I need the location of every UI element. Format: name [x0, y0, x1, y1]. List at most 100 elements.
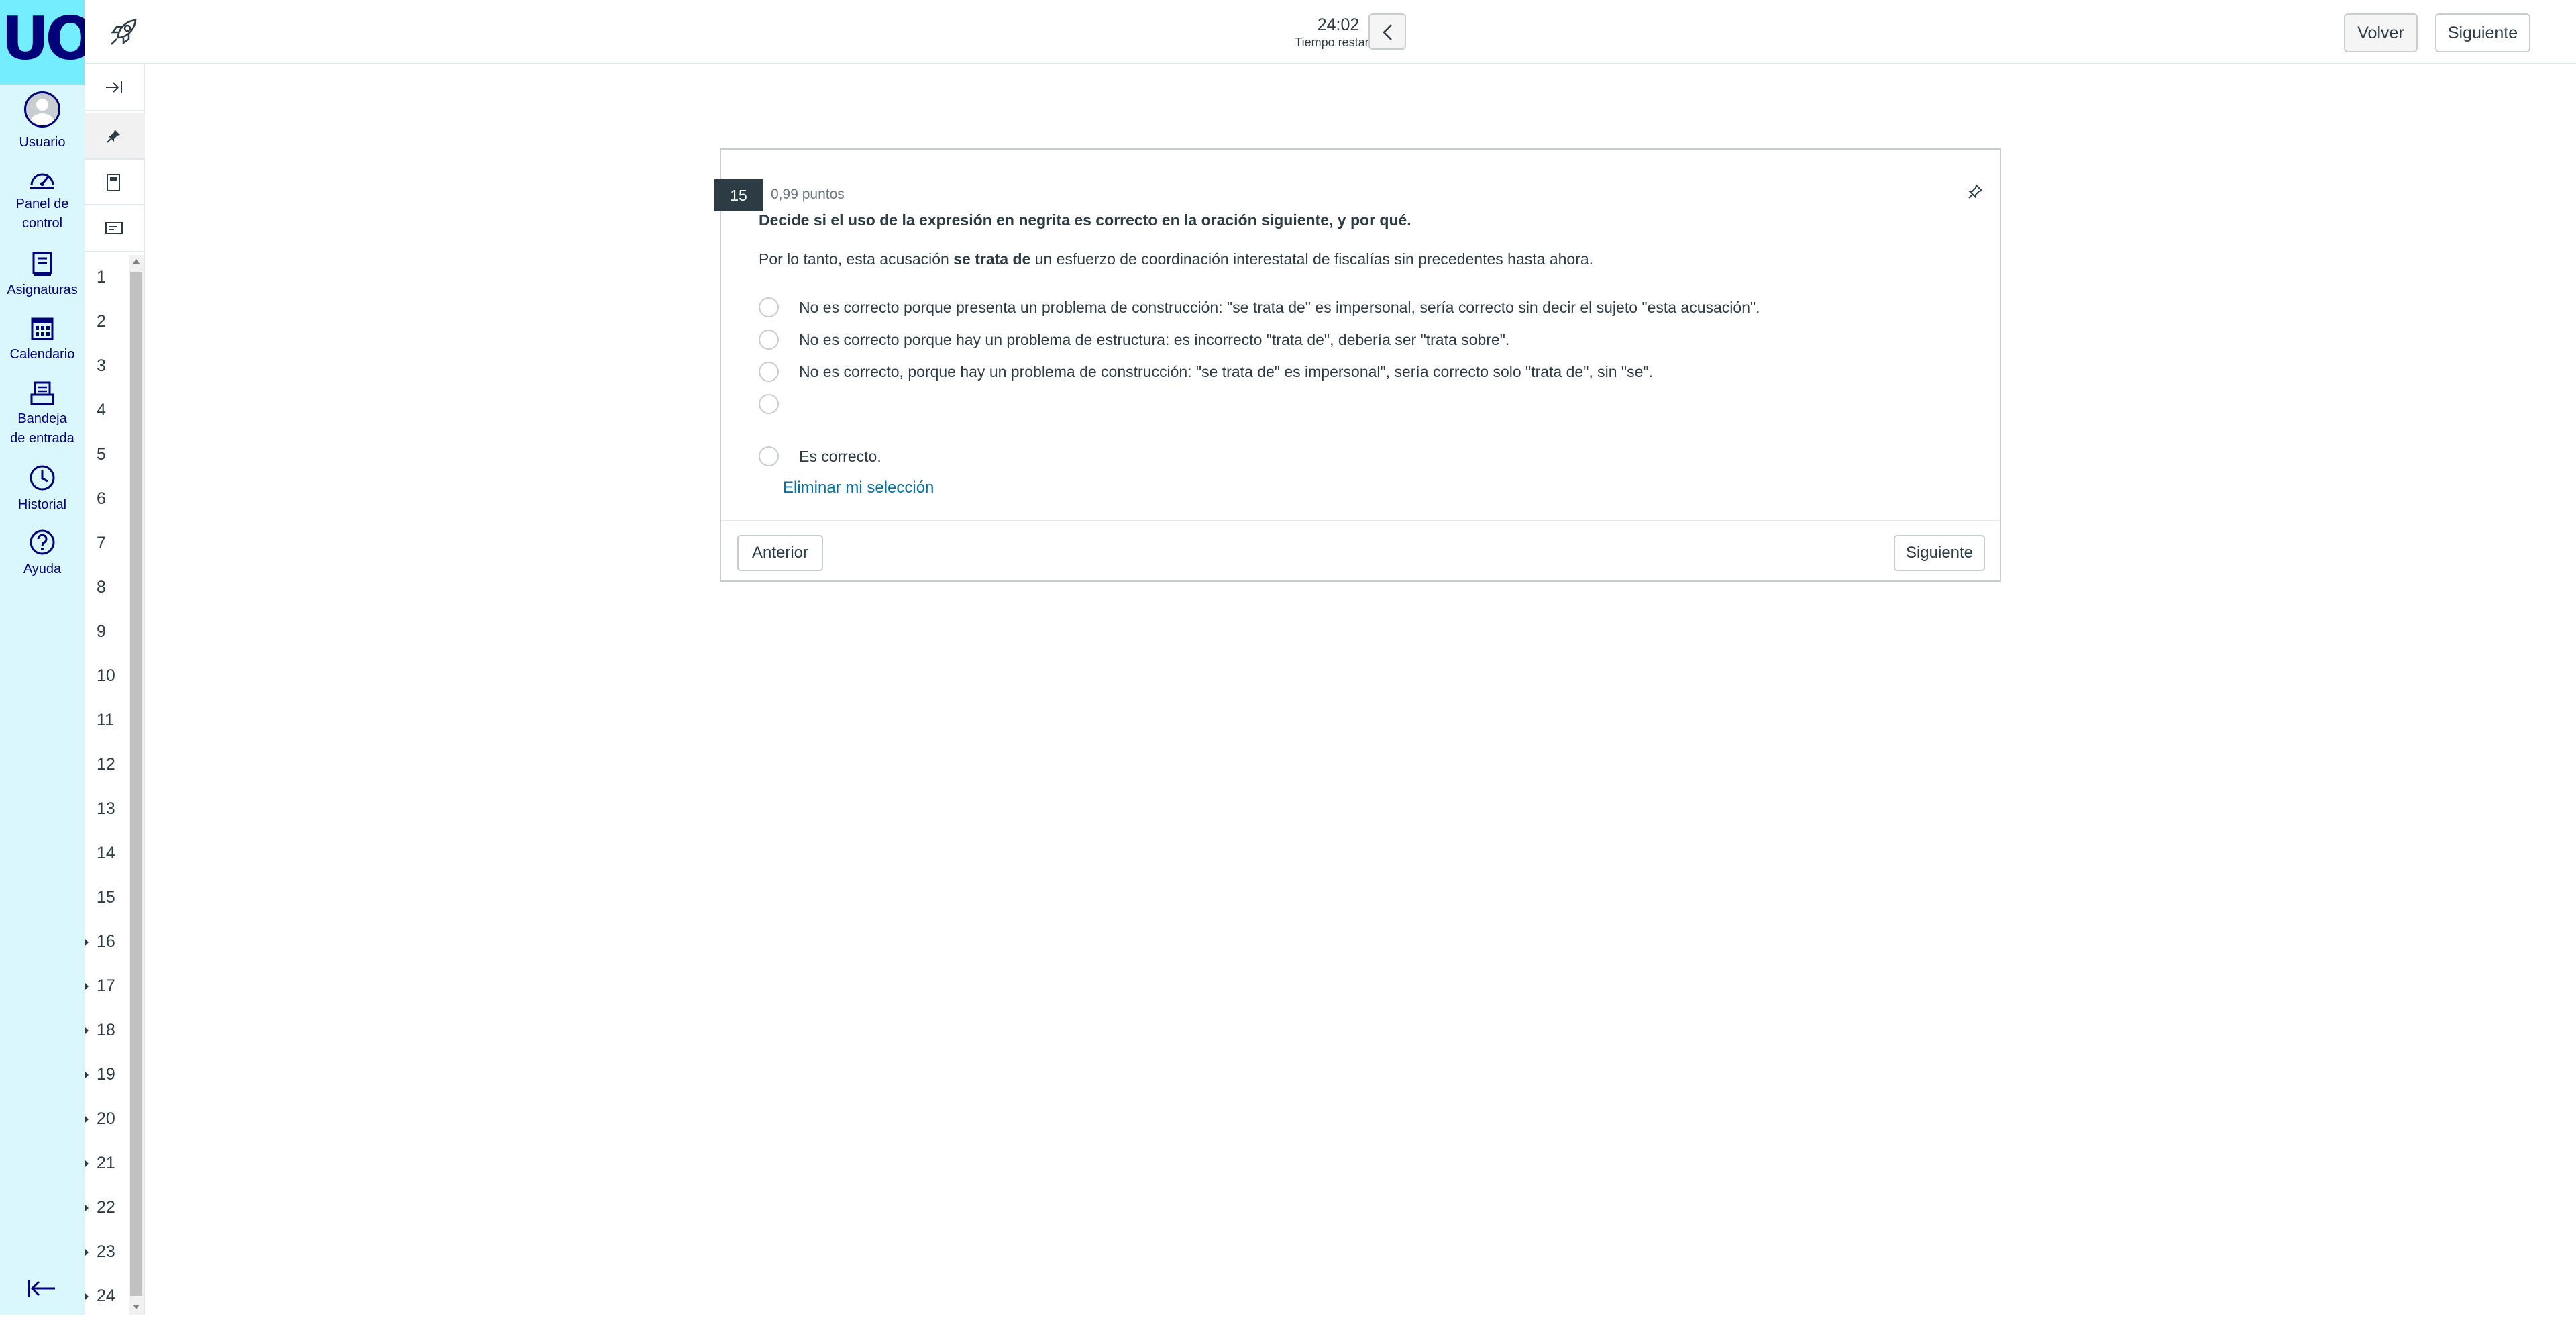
- nav-item-panel-de-control[interactable]: Panel de control: [0, 168, 85, 234]
- question-nav-number: 9: [97, 622, 106, 641]
- scrollbar-thumb[interactable]: [130, 272, 142, 1296]
- question-navigator: 1 2 3 4 5 6 7 8 9 10 11 12 13 14 15 16 17 18 19 20 21 22 23 24: [85, 64, 145, 1315]
- nav-item-label: Panel de control: [15, 197, 69, 231]
- question-nav-number: 10: [97, 666, 115, 685]
- expand-arrow-icon: [85, 1115, 89, 1123]
- nav-item-asignaturas[interactable]: Asignaturas: [0, 251, 85, 300]
- nav-item-bandeja-de-entrada[interactable]: Bandeja de entrada: [0, 381, 85, 448]
- nav-item-label: Bandeja de entrada: [10, 411, 74, 446]
- question-footer: Anterior Siguiente: [721, 520, 2000, 580]
- question-nav-item[interactable]: 14: [85, 831, 129, 875]
- uoc-logo[interactable]: UOC: [0, 0, 85, 85]
- question-nav-item[interactable]: 21: [85, 1141, 129, 1185]
- question-nav-item[interactable]: 23: [85, 1229, 129, 1274]
- radio-button[interactable]: [759, 394, 779, 414]
- question-nav-number: 3: [97, 356, 106, 375]
- timer-toggle-button[interactable]: [1368, 13, 1406, 50]
- question-nav-number: 5: [97, 445, 106, 464]
- expand-arrow-icon: [85, 982, 89, 991]
- question-nav-item[interactable]: 24: [85, 1274, 129, 1318]
- siguiente-header-button[interactable]: Siguiente: [2435, 13, 2530, 52]
- scroll-up-arrow-icon[interactable]: [133, 259, 140, 264]
- question-nav-number: 8: [97, 578, 106, 597]
- question-nav-item[interactable]: 18: [85, 1008, 129, 1052]
- question-nav-item[interactable]: 22: [85, 1185, 129, 1229]
- question-nav-item[interactable]: 3: [85, 344, 129, 388]
- question-title: Decide si el uso de la expresión en negr…: [759, 211, 1411, 229]
- question-nav-item[interactable]: 19: [85, 1052, 129, 1097]
- nav-item-historial[interactable]: Historial: [0, 464, 85, 515]
- question-nav-item[interactable]: 11: [85, 698, 129, 742]
- question-nav-item[interactable]: 16: [85, 919, 129, 964]
- question-nav-item[interactable]: 4: [85, 388, 129, 432]
- sentence-part: Por lo tanto, esta acusación: [759, 250, 954, 268]
- question-nav-number: 20: [97, 1109, 115, 1128]
- question-nav-number: 15: [97, 888, 115, 907]
- question-nav-item[interactable]: 12: [85, 742, 129, 787]
- question-nav-item[interactable]: 2: [85, 299, 129, 344]
- calculator-icon: [107, 174, 120, 191]
- anterior-button[interactable]: Anterior: [737, 535, 823, 571]
- question-nav-number: 4: [97, 401, 106, 419]
- expand-arrow-icon: [85, 1292, 89, 1301]
- question-nav-number: 17: [97, 976, 115, 995]
- expand-navigator-button[interactable]: [85, 64, 145, 111]
- question-nav-item[interactable]: 15: [85, 875, 129, 919]
- radio-button[interactable]: [759, 446, 779, 466]
- clear-selection-link[interactable]: Eliminar mi selección: [783, 478, 934, 497]
- nav-item-usuario[interactable]: Usuario: [0, 91, 85, 152]
- avatar: [24, 91, 60, 128]
- answer-text: Es correcto.: [799, 448, 881, 465]
- nav-item-ayuda[interactable]: Ayuda: [0, 529, 85, 579]
- question-nav-number: 1: [97, 268, 106, 287]
- flag-question-pin-icon[interactable]: [1966, 183, 1984, 201]
- question-nav-item[interactable]: 17: [85, 964, 129, 1008]
- question-nav-number: 7: [97, 534, 106, 552]
- question-nav-number: 16: [97, 932, 115, 951]
- notes-button[interactable]: [85, 205, 145, 252]
- question-card: 15 0,99 puntos Decide si el uso de la ex…: [714, 148, 2001, 582]
- expand-arrow-icon: [85, 1027, 89, 1035]
- expand-arrow-icon: [85, 1204, 89, 1212]
- expand-arrow-icon: [85, 1071, 89, 1079]
- answer-text: No es correcto porque presenta un proble…: [799, 299, 1760, 316]
- expand-arrow-icon: [85, 1160, 89, 1168]
- pin-icon: [107, 130, 120, 143]
- quiz-header: 24:02 Tiempo restante Volver Siguiente: [85, 0, 2576, 64]
- question-nav-number: 14: [97, 844, 115, 862]
- siguiente-button[interactable]: Siguiente: [1894, 535, 1985, 571]
- question-nav-item[interactable]: 1: [85, 255, 129, 299]
- volver-button[interactable]: Volver: [2344, 13, 2418, 52]
- clock-icon: [30, 465, 55, 491]
- nav-item-calendario[interactable]: Calendario: [0, 315, 85, 364]
- pinned-questions-button[interactable]: [85, 113, 145, 160]
- answer-text: No es correcto porque hay un problema de…: [799, 331, 1510, 348]
- question-nav-item[interactable]: 20: [85, 1097, 129, 1141]
- question-list-scrollbar[interactable]: [129, 255, 144, 1315]
- calendar-icon: [31, 317, 54, 340]
- radio-button[interactable]: [759, 297, 779, 317]
- scroll-down-arrow-icon[interactable]: [133, 1305, 140, 1309]
- question-nav-item[interactable]: 9: [85, 609, 129, 654]
- question-nav-number: 19: [97, 1065, 115, 1084]
- nav-item-label: Ayuda: [23, 562, 62, 576]
- question-nav-item[interactable]: 6: [85, 476, 129, 521]
- question-nav-item[interactable]: 5: [85, 432, 129, 476]
- question-nav-item[interactable]: 13: [85, 787, 129, 831]
- question-nav-item[interactable]: 10: [85, 654, 129, 698]
- question-nav-number: 6: [97, 489, 106, 508]
- question-nav-number: 12: [97, 755, 115, 774]
- question-nav-item[interactable]: 7: [85, 521, 129, 565]
- question-nav-number: 11: [97, 711, 114, 729]
- radio-button[interactable]: [759, 330, 779, 350]
- note-icon: [105, 222, 123, 234]
- courses-icon: [32, 252, 52, 276]
- nav-item-label: Asignaturas: [7, 283, 78, 297]
- collapse-nav-icon[interactable]: [27, 1278, 56, 1299]
- radio-button[interactable]: [759, 362, 779, 382]
- calculator-button[interactable]: [85, 158, 145, 205]
- question-nav-item[interactable]: 8: [85, 565, 129, 609]
- expand-arrow-icon: [85, 938, 89, 946]
- question-nav-number: 21: [97, 1154, 115, 1172]
- global-nav: UOC Usuario Panel de control Asignaturas: [0, 0, 85, 1315]
